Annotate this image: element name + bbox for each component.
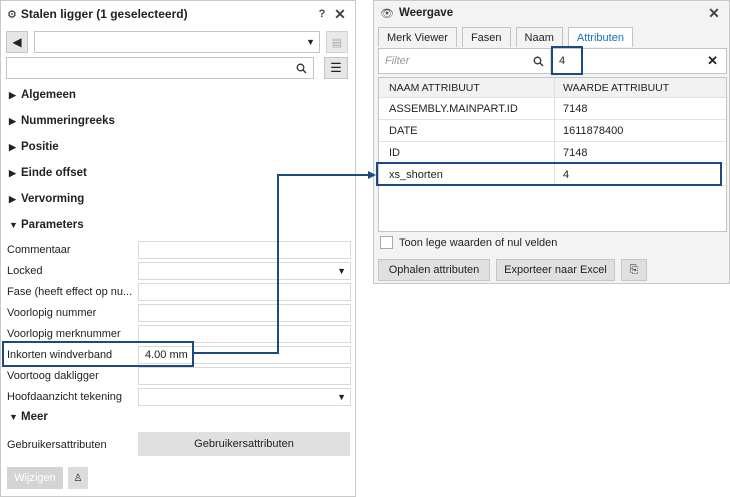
- section-vervorming[interactable]: ▶ Vervorming: [9, 193, 84, 205]
- prop-label: Hoofdaanzicht tekening: [7, 391, 122, 403]
- wijzigen-button[interactable]: Wijzigen: [7, 467, 63, 489]
- close-icon[interactable]: ✕: [705, 4, 723, 22]
- table-row[interactable]: ASSEMBLY.MAINPART.ID 7148: [379, 98, 726, 120]
- section-label: Meer: [21, 411, 48, 423]
- properties-title: Stalen ligger (1 geselecteerd): [20, 7, 188, 21]
- cell-value: 7148: [563, 146, 588, 159]
- prop-label: Voorlopig merknummer: [7, 328, 121, 340]
- close-icon[interactable]: ✕: [331, 5, 349, 23]
- save-button[interactable]: ▤: [326, 31, 348, 53]
- chevron-right-icon: ▶: [9, 115, 16, 126]
- tab-attributen[interactable]: Attributen: [567, 27, 633, 47]
- chevron-down-icon: ▼: [9, 220, 18, 230]
- pick-icon[interactable]: ♙: [68, 467, 88, 489]
- prop-voorlopig-nummer: Voorlopig nummer: [7, 304, 351, 322]
- chevron-down-icon: ▼: [337, 266, 346, 276]
- section-parameters[interactable]: ▼ Parameters: [9, 219, 84, 231]
- exporteer-excel-button[interactable]: Exporteer naar Excel: [496, 259, 615, 281]
- cell-name: ID: [379, 142, 555, 163]
- attributes-table: NAAM ATTRIBUUT WAARDE ATTRIBUUT ASSEMBLY…: [378, 77, 727, 232]
- tab-bar: Merk Viewer Fasen Naam Attributen: [378, 27, 638, 47]
- search-icon: [533, 56, 544, 66]
- prop-label: Locked: [7, 265, 43, 277]
- filter-placeholder: Filter: [385, 55, 410, 67]
- section-label: Vervorming: [21, 193, 85, 205]
- section-label: Parameters: [21, 219, 84, 231]
- tab-fasen[interactable]: Fasen: [461, 27, 511, 47]
- export-icon[interactable]: ⎘: [621, 259, 647, 281]
- prop-hoofdaanzicht-tekening: Hoofdaanzicht tekening ▼: [7, 388, 351, 406]
- section-label: Positie: [21, 141, 59, 153]
- cell-name: DATE: [379, 120, 555, 141]
- prop-label: Commentaar: [7, 244, 71, 256]
- menu-button[interactable]: ☰: [324, 57, 348, 79]
- section-algemeen[interactable]: ▶ Algemeen: [9, 89, 76, 101]
- chevron-down-icon: ▼: [306, 37, 315, 47]
- checkbox-label: Toon lege waarden of nul velden: [399, 236, 558, 249]
- chevron-right-icon: ▶: [9, 193, 16, 204]
- prop-label: Fase (heeft effect op nu...: [7, 286, 133, 298]
- help-icon[interactable]: ?: [313, 5, 331, 23]
- column-header-name[interactable]: NAAM ATTRIBUUT: [379, 78, 555, 97]
- ophalen-attributen-button[interactable]: Ophalen attributen: [378, 259, 490, 281]
- filter-input[interactable]: Filter: [379, 49, 551, 73]
- table-row[interactable]: ID 7148: [379, 142, 726, 164]
- section-label: Einde offset: [21, 167, 87, 179]
- eye-icon: 👁: [380, 7, 394, 20]
- section-positie[interactable]: ▶ Positie: [9, 141, 59, 153]
- section-nummeringreeks[interactable]: ▶ Nummeringreeks: [9, 115, 115, 127]
- highlight-filter-value: [551, 46, 583, 75]
- prop-label: Voorlopig nummer: [7, 307, 97, 319]
- gebruikersattributen-button[interactable]: Gebruikersattributen: [138, 432, 350, 456]
- section-einde-offset[interactable]: ▶ Einde offset: [9, 167, 87, 179]
- prop-value-select[interactable]: ▼: [138, 388, 351, 406]
- tab-naam[interactable]: Naam: [515, 27, 563, 47]
- cell-value: 7148: [563, 102, 588, 115]
- chevron-right-icon: ▶: [9, 141, 16, 152]
- search-icon: [296, 63, 307, 73]
- section-label: Algemeen: [21, 89, 76, 101]
- section-meer[interactable]: ▼ Meer: [9, 411, 48, 423]
- cell-name: ASSEMBLY.MAINPART.ID: [379, 98, 555, 119]
- highlight-xs-shorten: [376, 162, 722, 186]
- weergave-titlebar: 👁 Weergave ✕: [374, 1, 729, 25]
- gear-icon[interactable]: ⚙: [7, 8, 17, 21]
- prop-commentaar: Commentaar: [7, 241, 351, 259]
- properties-type-combo[interactable]: ▼: [34, 31, 320, 53]
- prop-locked: Locked ▼: [7, 262, 351, 280]
- prop-value-input[interactable]: [138, 241, 351, 259]
- table-header: NAAM ATTRIBUUT WAARDE ATTRIBUUT: [379, 78, 726, 98]
- weergave-title: Weergave: [398, 7, 454, 19]
- cell-value: 1611878400: [563, 124, 624, 137]
- column-header-value[interactable]: WAARDE ATTRIBUUT: [555, 78, 726, 97]
- properties-panel: ⚙ Stalen ligger (1 geselecteerd) ? ✕ ◀ ▼…: [0, 0, 356, 497]
- clear-icon[interactable]: ✕: [707, 53, 718, 69]
- chevron-right-icon: ▶: [9, 167, 16, 178]
- properties-titlebar: ⚙ Stalen ligger (1 geselecteerd) ? ✕: [1, 1, 355, 27]
- toon-lege-checkbox[interactable]: [380, 236, 393, 249]
- chevron-right-icon: ▶: [9, 89, 16, 100]
- prop-voortoog-dakligger: Voortoog dakligger: [7, 367, 351, 385]
- highlight-inkorten: [2, 341, 194, 367]
- prop-label: Voortoog dakligger: [7, 370, 99, 382]
- prop-value-input[interactable]: [138, 304, 351, 322]
- chevron-down-icon: ▼: [337, 392, 346, 402]
- section-label: Nummeringreeks: [21, 115, 115, 127]
- back-button[interactable]: ◀: [6, 31, 28, 53]
- chevron-down-icon: ▼: [9, 412, 18, 422]
- prop-value-select[interactable]: ▼: [138, 262, 351, 280]
- toon-lege-waarden: Toon lege waarden of nul velden: [380, 236, 557, 249]
- prop-value-input[interactable]: [138, 367, 351, 385]
- prop-fase: Fase (heeft effect op nu...: [7, 283, 351, 301]
- prop-value-input[interactable]: [138, 283, 351, 301]
- weergave-panel: 👁 Weergave ✕ Merk Viewer Fasen Naam Attr…: [373, 0, 730, 284]
- tab-merk-viewer[interactable]: Merk Viewer: [378, 27, 457, 47]
- properties-search-input[interactable]: [6, 57, 314, 79]
- table-row[interactable]: DATE 1611878400: [379, 120, 726, 142]
- prop-label: Gebruikersattributen: [7, 439, 107, 451]
